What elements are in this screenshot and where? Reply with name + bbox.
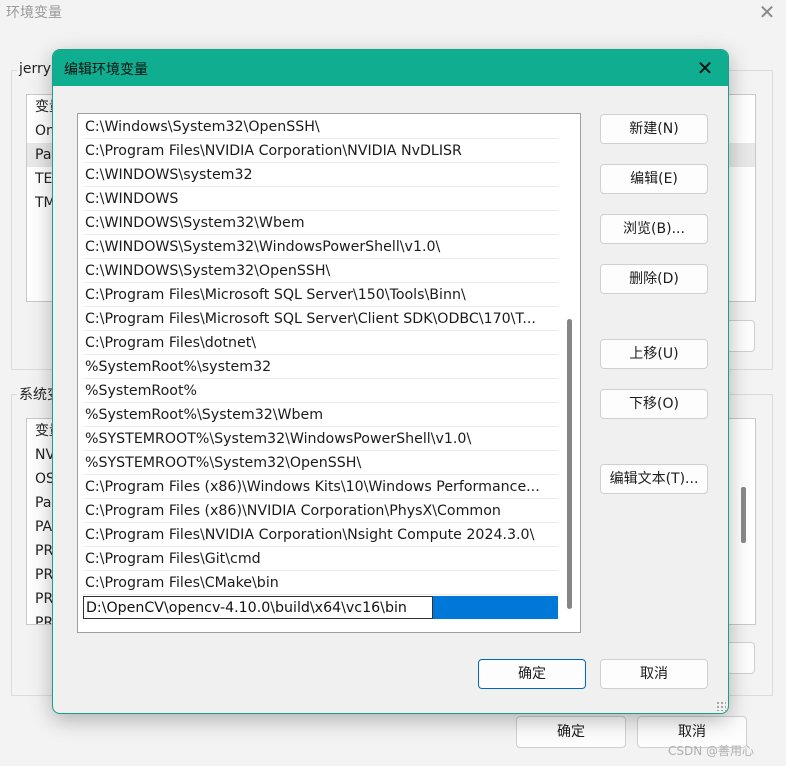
resize-grip-icon[interactable]: [716, 701, 726, 711]
delete-button[interactable]: 删除(D): [600, 264, 708, 294]
path-list-item[interactable]: C:\Program Files\Microsoft SQL Server\Cl…: [83, 308, 558, 331]
parent-ok-button[interactable]: 确定: [516, 716, 626, 748]
path-list-item[interactable]: C:\Program Files (x86)\NVIDIA Corporatio…: [83, 500, 558, 523]
path-list-item[interactable]: C:\Program Files\CMake\bin: [83, 572, 558, 595]
ok-button[interactable]: 确定: [478, 659, 586, 689]
path-list-item[interactable]: C:\Program Files (x86)\Windows Kits\10\W…: [83, 476, 558, 499]
close-icon[interactable]: ✕: [694, 55, 716, 81]
system-list-scrollbar-thumb[interactable]: [741, 487, 746, 543]
path-list-item[interactable]: %SystemRoot%: [83, 380, 558, 403]
selected-path-row[interactable]: [83, 596, 558, 619]
path-list-item[interactable]: C:\Program Files\NVIDIA Corporation\Nsig…: [83, 524, 558, 547]
parent-close-icon[interactable]: ✕: [752, 0, 782, 24]
dialog-title-bar[interactable]: 编辑环境变量 ✕: [53, 50, 728, 86]
path-list-item[interactable]: C:\WINDOWS: [83, 188, 558, 211]
watermark: CSDN @善用心: [668, 744, 755, 758]
path-list[interactable]: C:\Windows\System32\OpenSSH\ C:\Program …: [77, 113, 581, 633]
parent-window-title: 环境变量: [6, 5, 62, 21]
user-vars-button[interactable]: [725, 320, 755, 352]
path-list-item[interactable]: C:\Program Files\Git\cmd: [83, 548, 558, 571]
dialog-title: 编辑环境变量: [64, 62, 148, 78]
path-list-item[interactable]: C:\WINDOWS\system32: [83, 164, 558, 187]
path-list-item[interactable]: %SystemRoot%\system32: [83, 356, 558, 379]
path-list-item[interactable]: %SystemRoot%\System32\Wbem: [83, 404, 558, 427]
browse-button[interactable]: 浏览(B)...: [600, 214, 708, 244]
move-up-button[interactable]: 上移(U): [600, 339, 708, 369]
path-list-item[interactable]: %SYSTEMROOT%\System32\WindowsPowerShell\…: [83, 428, 558, 451]
edit-button[interactable]: 编辑(E): [600, 164, 708, 194]
move-down-button[interactable]: 下移(O): [600, 389, 708, 419]
path-list-scrollbar-thumb[interactable]: [567, 319, 572, 609]
path-list-item[interactable]: C:\Program Files\NVIDIA Corporation\NVID…: [83, 140, 558, 163]
system-vars-button[interactable]: [725, 642, 755, 674]
path-list-item[interactable]: C:\WINDOWS\System32\WindowsPowerShell\v1…: [83, 236, 558, 259]
cancel-button[interactable]: 取消: [600, 659, 708, 689]
path-list-item[interactable]: C:\Program Files\dotnet\: [83, 332, 558, 355]
path-list-item[interactable]: C:\Program Files\Microsoft SQL Server\15…: [83, 284, 558, 307]
path-edit-input[interactable]: [83, 596, 433, 619]
edit-text-button[interactable]: 编辑文本(T)...: [600, 464, 708, 494]
edit-env-dialog: 编辑环境变量 ✕ C:\Windows\System32\OpenSSH\ C:…: [52, 49, 729, 714]
user-variables-label: jerry: [17, 61, 54, 77]
path-list-item[interactable]: %SYSTEMROOT%\System32\OpenSSH\: [83, 452, 558, 475]
new-button[interactable]: 新建(N): [600, 114, 708, 144]
path-list-item[interactable]: C:\WINDOWS\System32\OpenSSH\: [83, 260, 558, 283]
path-list-item[interactable]: C:\Windows\System32\OpenSSH\: [83, 116, 558, 139]
path-list-item[interactable]: C:\WINDOWS\System32\Wbem: [83, 212, 558, 235]
